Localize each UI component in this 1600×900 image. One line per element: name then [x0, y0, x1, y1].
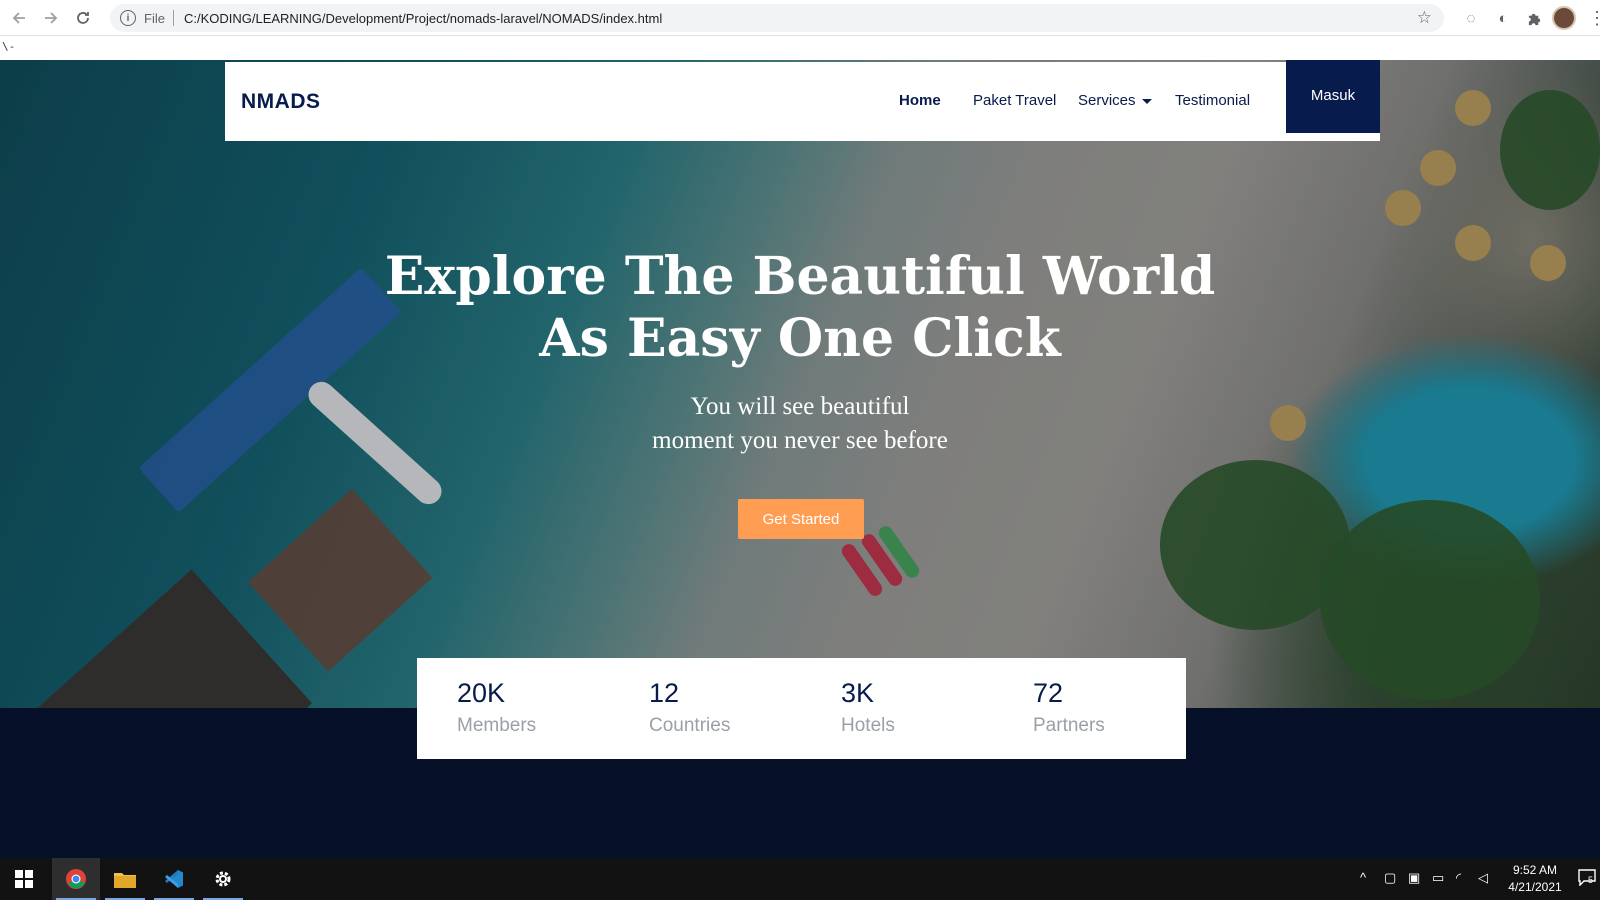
stat-label: Members [457, 715, 537, 736]
get-started-button[interactable]: Get Started [738, 499, 864, 539]
bookmark-star-icon[interactable]: ☆ [1417, 8, 1432, 28]
back-arrow-icon[interactable] [6, 5, 32, 31]
stat-label: Hotels [841, 715, 895, 736]
stat-hotels: 3K Hotels [841, 677, 895, 739]
hero-subline-line-1: You will see beautiful [690, 393, 910, 420]
chevron-up-icon[interactable]: ^ [1360, 870, 1366, 885]
nav-link-home[interactable]: Home [899, 92, 941, 109]
windows-taskbar: ^ ▢ ▣ ▭ ◜ ◁ 9:52 AM 4/21/2021 5 [0, 858, 1600, 900]
browser-toolbar: i File C:/KODING/LEARNING/Development/Pr… [0, 0, 1600, 36]
nav-link-services-label: Services [1078, 92, 1136, 109]
forward-arrow-icon[interactable] [38, 5, 64, 31]
extension-icon-2[interactable]: ◐ [1492, 7, 1514, 29]
omnibox-divider [172, 10, 174, 26]
hero-headline: Explore The Beautiful World As Easy One … [0, 246, 1600, 370]
brand-logo[interactable]: NMADS [241, 90, 321, 114]
extension-icon[interactable]: ◌ [1460, 7, 1482, 29]
meet-now-icon[interactable]: ▢ [1384, 870, 1396, 886]
chrome-taskbar-icon[interactable] [52, 858, 100, 900]
vscode-icon[interactable] [150, 858, 198, 900]
nav-link-paket-travel[interactable]: Paket Travel [973, 92, 1056, 109]
clock-date: 4/21/2021 [1508, 880, 1562, 894]
stat-value: 20K [457, 678, 506, 708]
nav-link-testimonial[interactable]: Testimonial [1175, 92, 1250, 109]
notification-count: 5 [1588, 875, 1594, 885]
settings-gear-icon[interactable] [199, 858, 247, 900]
wifi-icon[interactable]: ◜ [1456, 870, 1461, 886]
notification-center-icon[interactable]: 5 [1578, 868, 1596, 889]
address-bar[interactable]: i File C:/KODING/LEARNING/Development/Pr… [110, 4, 1444, 32]
hero-headline-line-2: As Easy One Click [539, 308, 1061, 369]
hero-headline-line-1: Explore The Beautiful World [384, 246, 1216, 307]
nav-link-services[interactable]: Services [1078, 92, 1152, 109]
volume-icon[interactable]: ◁ [1478, 870, 1488, 886]
hero-subline-line-2: moment you never see before [652, 427, 948, 454]
site-navbar: NMADS Home Paket Travel Services Testimo… [225, 62, 1380, 141]
kebab-menu-icon[interactable]: ⋮ [1588, 6, 1600, 30]
hero-overlay [0, 60, 1600, 708]
caret-down-icon [1141, 98, 1152, 104]
windows-start-icon[interactable] [0, 858, 48, 900]
taskbar-clock[interactable]: 9:52 AM 4/21/2021 [1495, 862, 1575, 896]
stat-countries: 12 Countries [649, 677, 730, 739]
hero-subline: You will see beautiful moment you never … [0, 390, 1600, 458]
profile-avatar[interactable] [1552, 6, 1576, 30]
network-icon[interactable]: ▣ [1408, 870, 1420, 886]
reload-icon[interactable] [70, 5, 96, 31]
stat-label: Partners [1033, 715, 1105, 736]
stat-value: 72 [1033, 678, 1064, 708]
stats-card: 20K Members 12 Countries 3K Hotels 72 Pa… [417, 658, 1186, 759]
stat-value: 12 [649, 678, 680, 708]
url-text[interactable]: C:/KODING/LEARNING/Development/Project/n… [184, 11, 662, 26]
hero-background-image [0, 60, 1600, 708]
clock-time: 9:52 AM [1512, 863, 1558, 877]
info-icon[interactable]: i [120, 10, 136, 26]
stat-value: 3K [841, 678, 875, 708]
stat-partners: 72 Partners [1033, 677, 1105, 739]
stat-label: Countries [649, 715, 731, 736]
stat-members: 20K Members [457, 677, 536, 739]
stray-page-text: \- [0, 37, 1600, 60]
url-scheme-label: File [144, 10, 165, 26]
login-button[interactable]: Masuk [1286, 60, 1380, 133]
battery-icon[interactable]: ▭ [1432, 870, 1444, 886]
file-explorer-icon[interactable] [101, 858, 149, 900]
puzzle-icon[interactable] [1523, 7, 1545, 29]
